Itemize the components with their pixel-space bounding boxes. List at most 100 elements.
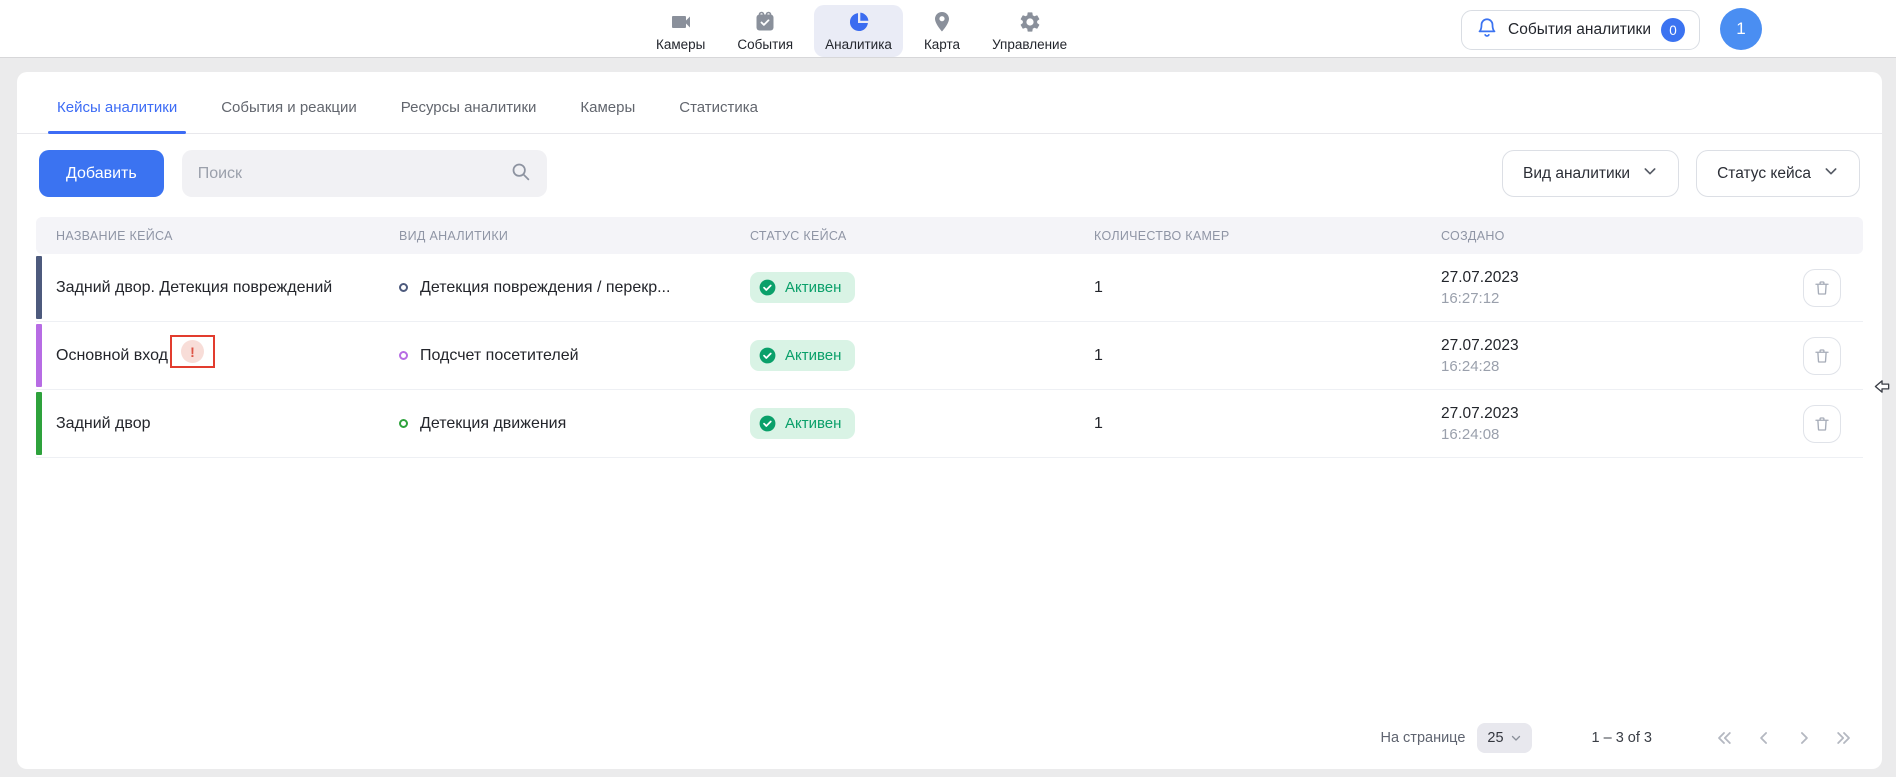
nav-label: Аналитика [825, 37, 892, 52]
row-actions [1801, 405, 1863, 443]
gear-icon [1018, 10, 1042, 34]
tab-statistics[interactable]: Статистика [679, 99, 758, 133]
check-circle-icon [758, 346, 777, 365]
analytics-type-dot-icon [399, 283, 408, 292]
per-page-label: На странице [1380, 730, 1465, 746]
double-chevron-right-icon [1834, 728, 1854, 748]
nav-item-analytics[interactable]: Аналитика [814, 5, 903, 57]
case-name: Основной вход [56, 347, 168, 365]
created-date: 27.07.2023 [1441, 269, 1801, 287]
chevron-left-icon [1754, 728, 1774, 748]
case-accent-bar [36, 324, 42, 387]
nav-label: Карта [924, 37, 960, 52]
bell-icon [1476, 17, 1498, 44]
analytics-type-dot-icon [399, 419, 408, 428]
camera-count: 1 [1094, 279, 1441, 297]
filter-label: Вид аналитики [1523, 165, 1630, 183]
row-actions [1801, 269, 1863, 307]
chevron-down-icon [1823, 163, 1839, 184]
created-cell: 27.07.2023 16:24:28 [1441, 337, 1801, 375]
cases-toolbar: Добавить Вид аналитики Статус кейса [17, 150, 1882, 197]
column-header-status: Статус кейса [750, 229, 1094, 243]
analytics-type-filter[interactable]: Вид аналитики [1502, 150, 1679, 197]
warning-icon: ! [181, 340, 204, 363]
mouse-cursor-icon [1874, 378, 1891, 400]
nav-item-map[interactable]: Карта [913, 5, 971, 57]
case-type-cell: Подсчет посетителей [399, 347, 750, 365]
analytics-cases-panel: Кейсы аналитики События и реакции Ресурс… [17, 72, 1882, 769]
status-label: Активен [785, 347, 841, 364]
top-header-bar: Камеры События Аналитика [0, 0, 1896, 58]
tab-cameras[interactable]: Камеры [580, 99, 635, 133]
search-box[interactable] [182, 150, 547, 197]
table-row[interactable]: Задний двор. Детекция повреждений Детекц… [36, 254, 1863, 322]
chevron-down-icon [1510, 732, 1522, 744]
delete-case-button[interactable] [1803, 405, 1841, 443]
user-avatar[interactable]: 1 [1720, 8, 1762, 50]
chevron-right-icon [1794, 728, 1814, 748]
events-button-label: События аналитики [1508, 21, 1651, 39]
table-row[interactable]: Задний двор Детекция движения Активен 1 … [36, 390, 1863, 458]
created-date: 27.07.2023 [1441, 405, 1801, 423]
row-actions [1801, 337, 1863, 375]
cases-table: Название кейса Вид аналитики Статус кейс… [17, 217, 1882, 458]
created-date: 27.07.2023 [1441, 337, 1801, 355]
status-badge: Активен [750, 272, 855, 303]
nav-label: События [737, 37, 793, 52]
created-time: 16:24:28 [1441, 358, 1801, 375]
pagination-controls [1714, 728, 1854, 748]
table-row[interactable]: Основной вход ! Подсчет посетителей Акти… [36, 322, 1863, 390]
case-type-cell: Детекция движения [399, 415, 750, 433]
case-status-cell: Активен [750, 408, 1094, 439]
per-page-select[interactable]: 25 [1477, 723, 1531, 753]
delete-case-button[interactable] [1803, 337, 1841, 375]
tab-analytics-resources[interactable]: Ресурсы аналитики [401, 99, 537, 133]
status-label: Активен [785, 279, 841, 296]
case-name: Задний двор [36, 415, 399, 433]
camera-count: 1 [1094, 347, 1441, 365]
nav-item-management[interactable]: Управление [981, 5, 1078, 57]
column-header-created: Создано [1441, 229, 1801, 243]
status-badge: Активен [750, 340, 855, 371]
table-header-row: Название кейса Вид аналитики Статус кейс… [36, 217, 1863, 254]
prev-page-button[interactable] [1754, 728, 1774, 748]
case-status-cell: Активен [750, 272, 1094, 303]
case-name-cell: Основной вход ! [36, 339, 399, 372]
first-page-button[interactable] [1714, 728, 1734, 748]
analytics-type-dot-icon [399, 351, 408, 360]
trash-icon [1813, 347, 1831, 365]
nav-item-cameras[interactable]: Камеры [645, 5, 716, 57]
case-status-filter[interactable]: Статус кейса [1696, 150, 1860, 197]
events-count-badge: 0 [1661, 18, 1685, 42]
created-cell: 27.07.2023 16:27:12 [1441, 269, 1801, 307]
tab-events-reactions[interactable]: События и реакции [221, 99, 357, 133]
per-page-value: 25 [1487, 730, 1503, 746]
next-page-button[interactable] [1794, 728, 1814, 748]
calendar-check-icon [753, 10, 777, 34]
section-tabs: Кейсы аналитики События и реакции Ресурс… [17, 72, 1882, 134]
nav-item-events[interactable]: События [726, 5, 804, 57]
case-accent-bar [36, 256, 42, 319]
status-badge: Активен [750, 408, 855, 439]
check-circle-icon [758, 414, 777, 433]
case-type-cell: Детекция повреждения / перекр... [399, 279, 750, 297]
tab-analytics-cases[interactable]: Кейсы аналитики [57, 99, 177, 133]
map-pin-icon [930, 10, 954, 34]
column-header-name: Название кейса [36, 229, 399, 243]
last-page-button[interactable] [1834, 728, 1854, 748]
trash-icon [1813, 279, 1831, 297]
delete-case-button[interactable] [1803, 269, 1841, 307]
case-accent-bar [36, 392, 42, 455]
created-cell: 27.07.2023 16:24:08 [1441, 405, 1801, 443]
column-header-type: Вид аналитики [399, 229, 750, 243]
case-type-label: Детекция повреждения / перекр... [420, 279, 670, 297]
analytics-events-button[interactable]: События аналитики 0 [1461, 10, 1700, 50]
trash-icon [1813, 415, 1831, 433]
case-type-label: Подсчет посетителей [420, 347, 579, 365]
case-status-cell: Активен [750, 340, 1094, 371]
filter-label: Статус кейса [1717, 165, 1811, 183]
case-type-label: Детекция движения [420, 415, 566, 433]
search-input[interactable] [198, 165, 500, 183]
column-header-cameras: Количество камер [1094, 229, 1441, 243]
add-case-button[interactable]: Добавить [39, 150, 164, 197]
